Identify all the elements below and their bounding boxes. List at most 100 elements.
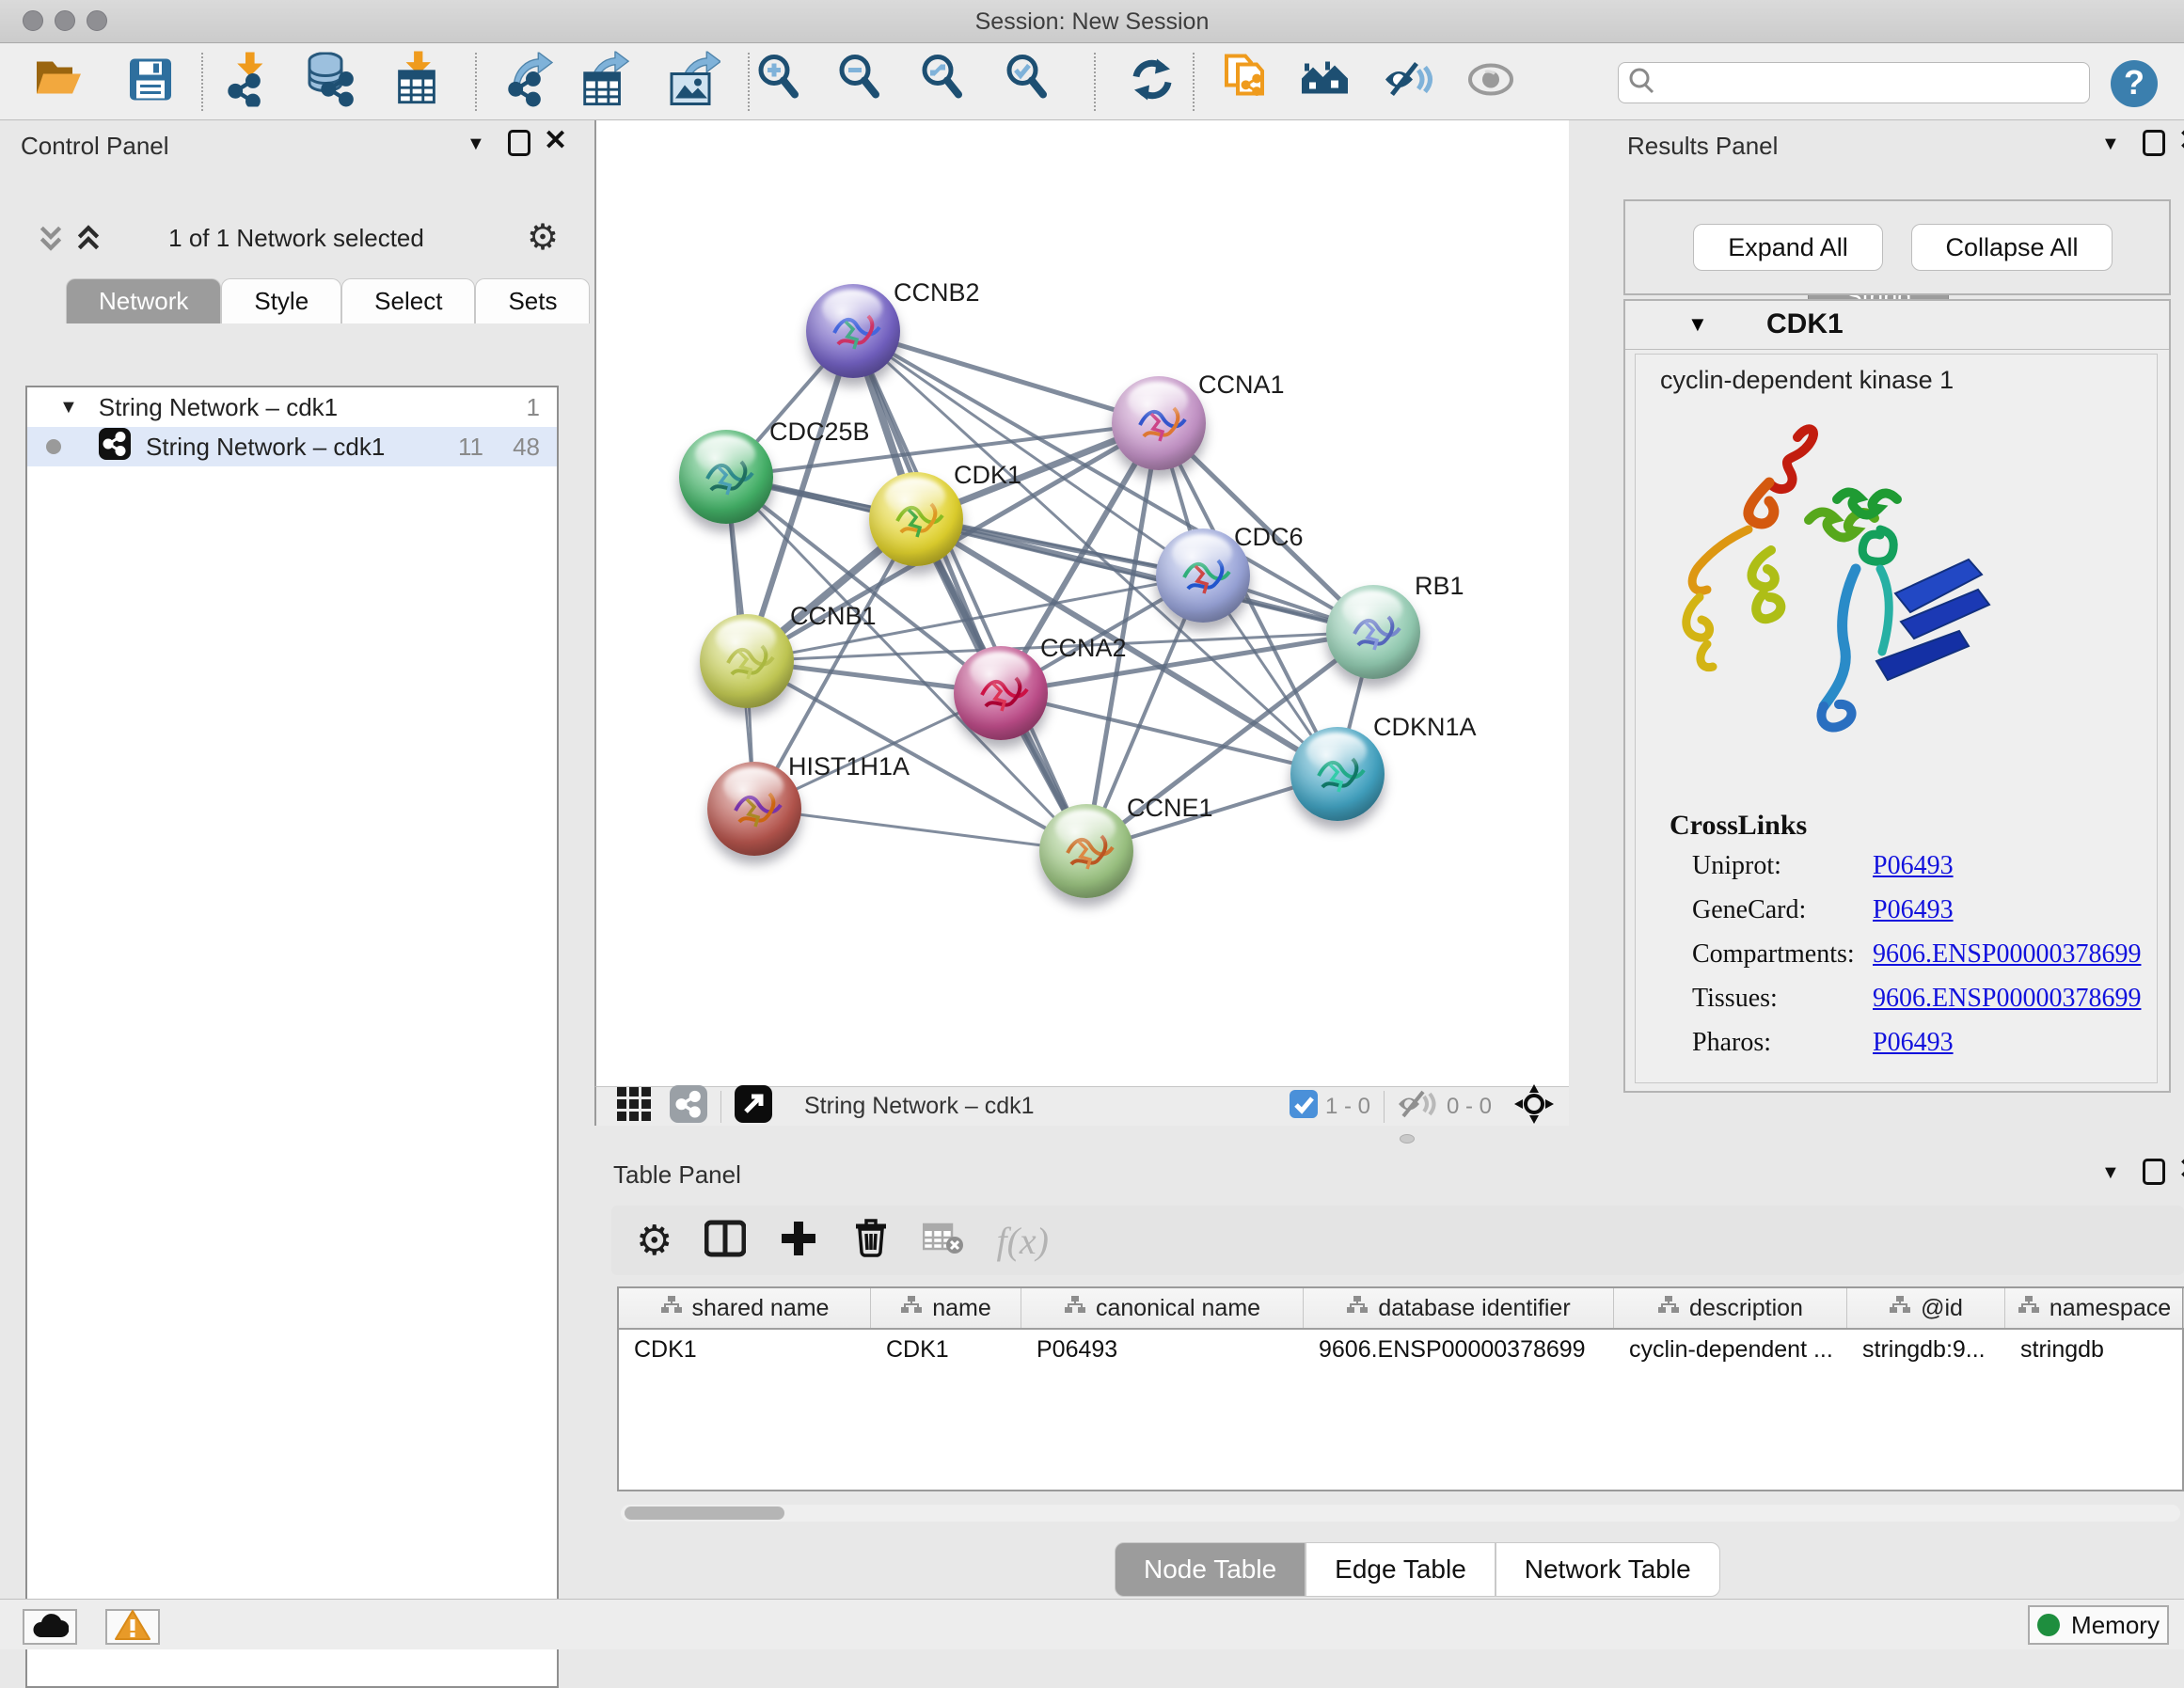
import-network-database-icon[interactable]: [305, 52, 357, 111]
import-network-icon[interactable]: [223, 52, 274, 111]
save-session-icon[interactable]: [129, 57, 172, 105]
table-cell[interactable]: stringdb: [2005, 1330, 2184, 1369]
toolbar-separator: [1094, 53, 1096, 111]
tab-network-table[interactable]: Network Table: [1496, 1542, 1720, 1597]
crosslink-link[interactable]: 9606.ENSP00000378699: [1873, 939, 2141, 970]
export-image-icon[interactable]: [668, 51, 720, 112]
export-network-icon[interactable]: [505, 52, 558, 111]
network-options-gear-icon[interactable]: ⚙: [527, 216, 559, 259]
fit-selected-crosshair-icon[interactable]: [1514, 1084, 1554, 1128]
column-header-canonical-name[interactable]: canonical name: [1021, 1288, 1304, 1328]
column-header--id[interactable]: @id: [1847, 1288, 2005, 1328]
tab-network[interactable]: Network: [66, 278, 221, 323]
column-header-description[interactable]: description: [1614, 1288, 1847, 1328]
string-badge-icon[interactable]: [670, 1085, 707, 1128]
memory-button[interactable]: Memory: [2028, 1605, 2169, 1645]
table-row[interactable]: CDK1CDK1P064939606.ENSP00000378699cyclin…: [619, 1330, 2182, 1369]
hide-glass-icon[interactable]: [1385, 58, 1437, 104]
collection-expand-icon[interactable]: ▼: [59, 397, 78, 418]
open-session-icon[interactable]: [34, 57, 83, 105]
results-panel-float-icon[interactable]: ▼: [2101, 134, 2120, 155]
table-cell[interactable]: stringdb:9...: [1847, 1330, 2005, 1369]
network-node-ccnb2[interactable]: [806, 284, 900, 378]
copy-style-icon[interactable]: [1223, 52, 1270, 111]
help-button[interactable]: ?: [2111, 60, 2158, 107]
network-canvas[interactable]: CCNB2 CCNA1 CDC25B CDK1 CDC6 RB1 CCNB1 C…: [594, 120, 1569, 1086]
network-node-rb1[interactable]: [1326, 585, 1420, 679]
network-view-title: String Network – cdk1: [804, 1093, 1035, 1120]
control-panel-close-icon[interactable]: ✕: [544, 128, 567, 154]
column-type-icon: [1889, 1295, 1911, 1322]
expand-all-button[interactable]: Expand All: [1693, 224, 1883, 271]
open-in-browser-icon[interactable]: [735, 1085, 772, 1128]
crosslink-link[interactable]: P06493: [1873, 1028, 1954, 1058]
network-node-cdc25b[interactable]: [679, 430, 773, 524]
column-label: @id: [1921, 1295, 1963, 1322]
column-header-namespace[interactable]: namespace: [2005, 1288, 2184, 1328]
network-node-ccnb1[interactable]: [700, 614, 794, 708]
table-panel-float-icon[interactable]: ▼: [2101, 1162, 2120, 1184]
column-header-database-identifier[interactable]: database identifier: [1304, 1288, 1614, 1328]
export-table-icon[interactable]: [578, 51, 631, 112]
table-cell[interactable]: P06493: [1021, 1330, 1304, 1369]
tab-select[interactable]: Select: [341, 278, 475, 323]
scrollbar-thumb[interactable]: [625, 1507, 784, 1520]
network-node-ccna2[interactable]: [954, 646, 1048, 740]
node-table: shared namename canonical name database id…: [617, 1286, 2184, 1491]
tab-edge-table[interactable]: Edge Table: [1306, 1542, 1496, 1597]
network-node-cdkn1a[interactable]: [1290, 727, 1385, 821]
tab-node-table[interactable]: Node Table: [1115, 1542, 1306, 1597]
canvas-table-splitter[interactable]: [1400, 1134, 1415, 1144]
protein-collapse-icon[interactable]: ▼: [1687, 312, 1708, 337]
table-cell[interactable]: CDK1: [871, 1330, 1021, 1369]
node-gloss: [1128, 382, 1188, 419]
birds-eye-grid-icon[interactable]: [617, 1087, 651, 1126]
table-options-gear-icon[interactable]: ⚙: [636, 1217, 673, 1265]
table-horizontal-scrollbar[interactable]: [621, 1505, 2180, 1522]
selected-checkbox-icon[interactable]: [1290, 1090, 1318, 1123]
table-cell[interactable]: 9606.ENSP00000378699: [1304, 1330, 1614, 1369]
zoom-out-icon[interactable]: [836, 53, 885, 110]
import-table-icon[interactable]: [393, 51, 440, 112]
network-node-ccne1[interactable]: [1039, 804, 1133, 898]
table-panel-maximize-icon[interactable]: [2143, 1159, 2165, 1185]
results-panel-close-icon[interactable]: ✕: [2178, 128, 2184, 154]
zoom-in-icon[interactable]: [755, 53, 804, 110]
delete-column-icon[interactable]: [853, 1218, 889, 1264]
toolbar-separator: [475, 53, 477, 111]
cloud-status-button[interactable]: [23, 1609, 77, 1645]
zoom-fit-icon[interactable]: [919, 53, 968, 110]
tab-sets[interactable]: Sets: [475, 278, 590, 323]
column-label: canonical name: [1096, 1295, 1260, 1322]
crosslink-link[interactable]: P06493: [1873, 895, 1954, 925]
column-header-shared-name[interactable]: shared name: [619, 1288, 871, 1328]
create-column-icon[interactable]: [780, 1220, 817, 1262]
column-type-icon: [2018, 1295, 2040, 1322]
network-node-cdk1[interactable]: [869, 472, 963, 566]
column-header-name[interactable]: name: [871, 1288, 1021, 1328]
show-columns-icon[interactable]: [704, 1220, 746, 1262]
table-panel-close-icon[interactable]: ✕: [2178, 1157, 2184, 1183]
network-node-ccna1[interactable]: [1112, 376, 1206, 470]
table-cell[interactable]: cyclin-dependent ...: [1614, 1330, 1847, 1369]
results-panel-maximize-icon[interactable]: [2143, 130, 2165, 156]
network-collection-row[interactable]: ▼ String Network – cdk1 1: [27, 387, 557, 427]
collapse-all-button[interactable]: Collapse All: [1911, 224, 2113, 271]
search-input[interactable]: [1618, 62, 2090, 103]
control-panel-maximize-icon[interactable]: [508, 130, 530, 156]
crosslink-link[interactable]: 9606.ENSP00000378699: [1873, 984, 2141, 1014]
network-row[interactable]: String Network – cdk1 11 48: [27, 427, 557, 466]
tab-style[interactable]: Style: [221, 278, 341, 323]
crosslink-label: Compartments:: [1692, 939, 1855, 970]
window-title: Session: New Session: [0, 8, 2184, 36]
crosslink-link[interactable]: P06493: [1873, 851, 1954, 881]
warnings-button[interactable]: [105, 1609, 160, 1645]
control-panel-float-icon[interactable]: ▼: [467, 134, 485, 155]
network-node-hist1h1a[interactable]: [707, 762, 801, 856]
table-cell[interactable]: CDK1: [619, 1330, 871, 1369]
string-home-icon[interactable]: [1301, 57, 1355, 105]
zoom-selected-icon[interactable]: [1004, 53, 1052, 110]
crosslink-row: Tissues: 9606.ENSP00000378699: [1636, 984, 2157, 1028]
table-header-row: shared namename canonical name database id…: [619, 1288, 2182, 1330]
refresh-icon[interactable]: [1129, 55, 1176, 107]
